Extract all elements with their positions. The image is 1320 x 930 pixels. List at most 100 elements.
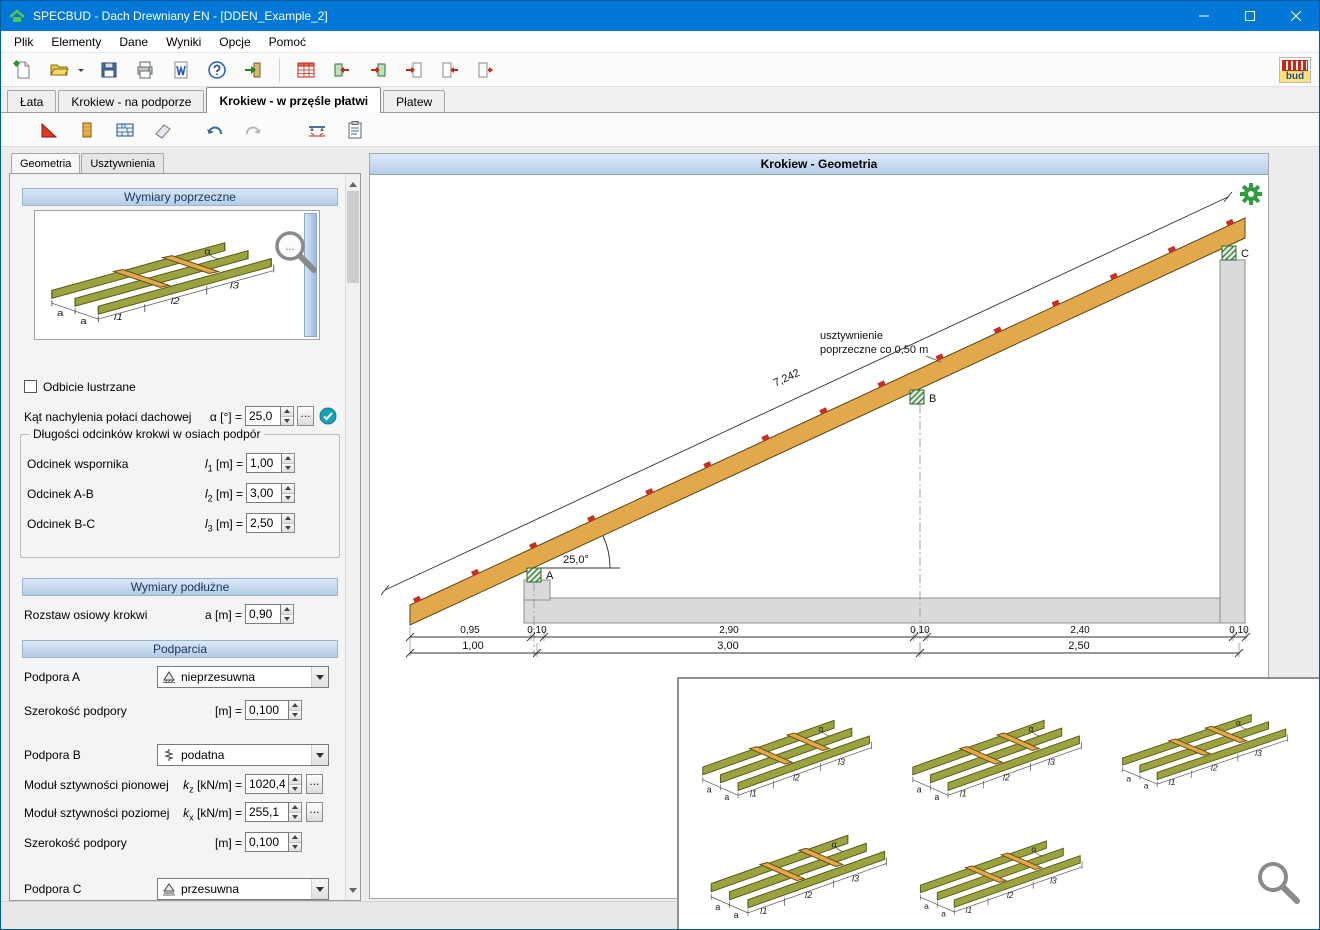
- scroll-down-icon[interactable]: [346, 884, 360, 900]
- save-button[interactable]: [95, 57, 123, 83]
- exit-button[interactable]: [239, 57, 267, 83]
- zoom-icon[interactable]: [1253, 857, 1305, 909]
- panel-tab-usztywnienia[interactable]: Usztywnienia: [81, 153, 164, 173]
- support-a-width-spinner[interactable]: [289, 700, 302, 720]
- open-file-button[interactable]: [45, 57, 73, 83]
- menu-plik[interactable]: Plik: [5, 31, 42, 52]
- close-button[interactable]: [1273, 1, 1319, 31]
- support-b-select[interactable]: podatna: [157, 744, 329, 766]
- module-open-button[interactable]: [400, 57, 428, 83]
- length3-input[interactable]: [246, 513, 282, 533]
- new-file-button[interactable]: [9, 57, 37, 83]
- module-next-button[interactable]: [364, 57, 392, 83]
- panel-scrollbar[interactable]: [345, 174, 360, 900]
- brick-wall-button[interactable]: [111, 117, 139, 143]
- support-b-marker[interactable]: B: [910, 390, 936, 405]
- maximize-button[interactable]: [1227, 1, 1273, 31]
- stiffness-h-spinner[interactable]: [289, 802, 302, 822]
- undo-button[interactable]: [201, 117, 229, 143]
- open-file-dropdown[interactable]: [75, 57, 87, 83]
- brick-wall-icon: [115, 120, 135, 140]
- save-icon: [99, 60, 119, 80]
- thumbnail-zoom-button[interactable]: ...: [270, 226, 322, 278]
- main-toolbar: bud: [1, 53, 1319, 87]
- title-bar[interactable]: SPECBUD - Dach Drewniany EN - [DDEN_Exam…: [1, 1, 1319, 31]
- support-a-label: Podpora A: [24, 670, 80, 684]
- angle-more-button[interactable]: ...: [297, 406, 314, 426]
- length1-spinner[interactable]: [282, 453, 295, 473]
- stiffness-v-more-button[interactable]: ...: [306, 774, 323, 794]
- stiffness-v-spinner[interactable]: [289, 774, 302, 794]
- stiffness-h-input[interactable]: [245, 802, 289, 822]
- elements-table-icon: [296, 60, 316, 80]
- minimize-button[interactable]: [1181, 1, 1227, 31]
- length3-label: Odcinek B-C: [27, 517, 95, 531]
- module-prev-button[interactable]: [328, 57, 356, 83]
- length2-input[interactable]: [246, 483, 282, 503]
- scheme-option-5[interactable]: [911, 817, 1099, 923]
- nav-back-button[interactable]: [436, 57, 464, 83]
- timber-section-button[interactable]: [73, 117, 101, 143]
- support-a-select[interactable]: nieprzesuwna: [157, 666, 329, 688]
- tab-platew[interactable]: Płatew: [383, 90, 445, 112]
- menu-pomoc[interactable]: Pomoć: [260, 31, 315, 52]
- support-c-marker[interactable]: C: [1222, 246, 1249, 260]
- support-a-width-label: Szerokość podpory: [24, 704, 127, 718]
- tab-krokiew-na-podporze[interactable]: Krokiew - na podporze: [58, 90, 204, 112]
- menu-wyniki[interactable]: Wyniki: [157, 31, 210, 52]
- stiffness-h-more-button[interactable]: ...: [306, 802, 323, 822]
- chevron-down-icon: [311, 745, 328, 765]
- tools-toolbar: [1, 113, 1319, 147]
- nav-forward-button[interactable]: [472, 57, 500, 83]
- redo-button[interactable]: [239, 117, 267, 143]
- menu-dane[interactable]: Dane: [110, 31, 157, 52]
- print-button[interactable]: [131, 57, 159, 83]
- elements-table-button[interactable]: [292, 57, 320, 83]
- scheme-option-2[interactable]: [903, 695, 1099, 807]
- angle-spinner[interactable]: [281, 406, 294, 426]
- word-export-button[interactable]: [167, 57, 195, 83]
- eraser-button[interactable]: [149, 117, 177, 143]
- spacing-input[interactable]: [245, 604, 281, 624]
- length3-spinner[interactable]: [282, 513, 295, 533]
- new-file-icon: [13, 60, 33, 80]
- zoom-dots-label: ...: [285, 241, 294, 253]
- support-a-width-input[interactable]: [245, 700, 289, 720]
- support-b-width-input[interactable]: [245, 832, 289, 852]
- length1-input[interactable]: [246, 453, 282, 473]
- spring-support-icon: [162, 748, 176, 762]
- scroll-up-icon[interactable]: [346, 174, 360, 190]
- menu-opcje[interactable]: Opcje: [210, 31, 259, 52]
- scrollbar-thumb[interactable]: [347, 191, 359, 283]
- scheme-option-3[interactable]: [1113, 691, 1305, 795]
- length2-spinner[interactable]: [282, 483, 295, 503]
- nav-back-icon: [440, 60, 460, 80]
- menu-elementy[interactable]: Elementy: [42, 31, 110, 52]
- settings-gear-icon[interactable]: [1240, 183, 1262, 205]
- support-a-row: Podpora A nieprzesuwna: [10, 666, 346, 688]
- report-button[interactable]: [341, 117, 369, 143]
- static-scheme-button[interactable]: [303, 117, 331, 143]
- app-icon: [9, 8, 25, 24]
- scheme-option-4[interactable]: [701, 809, 905, 925]
- spacing-spinner[interactable]: [281, 604, 294, 624]
- scheme-option-1[interactable]: [693, 695, 889, 807]
- length2-label: Odcinek A-B: [27, 487, 94, 501]
- angle-input[interactable]: [245, 406, 281, 426]
- angle-helper-icon[interactable]: [319, 407, 337, 425]
- minimize-icon: [1199, 11, 1209, 21]
- angle-symbol: α [°] =: [180, 410, 242, 424]
- input-panel: Geometria Usztywnienia Wymiary poprzeczn…: [9, 153, 361, 901]
- support-a-marker[interactable]: A: [527, 568, 554, 582]
- help-button[interactable]: [203, 57, 231, 83]
- tab-krokiew-w-przesle-platwi[interactable]: Krokiew - w przęśle płatwi: [206, 87, 381, 113]
- support-b-width-spinner[interactable]: [289, 832, 302, 852]
- stiffness-v-input[interactable]: [245, 774, 289, 794]
- exit-icon: [243, 60, 263, 80]
- panel-tab-geometria[interactable]: Geometria: [11, 153, 80, 173]
- tab-lata[interactable]: Łata: [7, 90, 56, 112]
- angle-label: 25,0°: [563, 554, 589, 566]
- support-c-select[interactable]: przesuwna: [157, 878, 329, 900]
- mirror-checkbox[interactable]: [24, 380, 37, 393]
- roof-slope-button[interactable]: [35, 117, 63, 143]
